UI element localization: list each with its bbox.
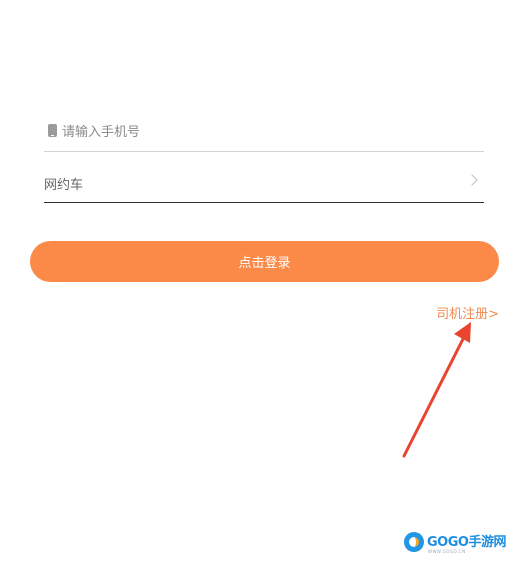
watermark: GOGO手游网 WWW.GOGO.CN: [404, 530, 506, 554]
watermark-url: WWW.GOGO.CN: [428, 549, 466, 554]
watermark-brand: GOGO手游网: [427, 534, 506, 550]
watermark-logo-icon: [404, 532, 424, 552]
annotation-arrow: [402, 322, 471, 458]
